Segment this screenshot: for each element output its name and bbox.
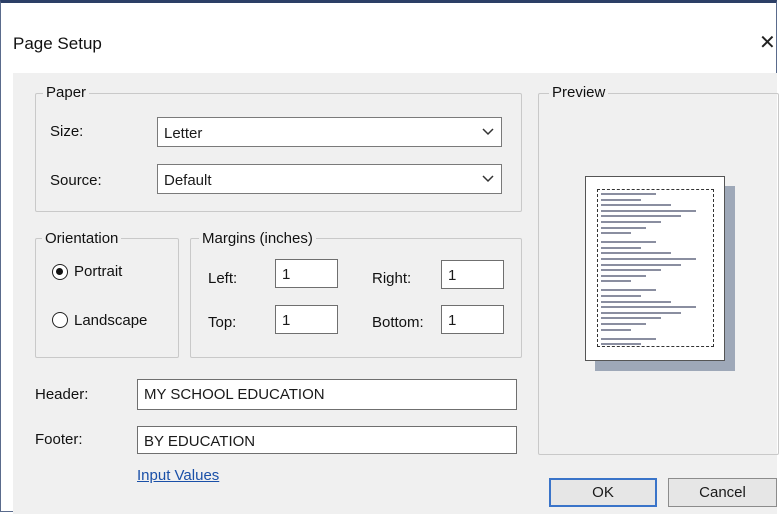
preview-text-line — [601, 337, 656, 340]
margins-group — [190, 238, 522, 358]
size-value: Letter — [164, 125, 203, 142]
preview-text-line — [601, 306, 696, 309]
preview-text-line — [601, 204, 671, 207]
preview-text-line — [601, 343, 641, 346]
landscape-radio[interactable] — [52, 312, 68, 328]
ok-button[interactable]: OK — [549, 478, 657, 507]
top-margin-label: Top: — [208, 314, 237, 331]
page-preview-sheet — [585, 176, 725, 361]
dialog-title: Page Setup — [13, 34, 102, 53]
ok-button-label: OK — [592, 484, 614, 501]
left-margin-input[interactable]: 1 — [275, 259, 338, 288]
paper-legend: Paper — [43, 84, 90, 101]
preview-text-line — [601, 323, 646, 325]
source-select[interactable]: Default — [157, 164, 502, 194]
preview-text-line — [601, 269, 661, 272]
preview-text-line — [601, 258, 696, 260]
source-value: Default — [164, 172, 212, 189]
portrait-label[interactable]: Portrait — [74, 263, 122, 280]
preview-text-line — [601, 289, 656, 292]
bottom-margin-label: Bottom: — [372, 314, 424, 331]
preview-text-line — [601, 311, 681, 314]
portrait-radio[interactable] — [52, 264, 68, 280]
preview-text-line — [601, 232, 631, 235]
preview-text-line — [601, 198, 641, 201]
close-icon[interactable]: ✕ — [759, 30, 776, 55]
bottom-margin-input[interactable]: 1 — [441, 305, 504, 334]
preview-text-line — [601, 295, 641, 297]
preview-text-line — [601, 215, 681, 218]
orientation-group — [35, 238, 179, 358]
cancel-button-label: Cancel — [699, 484, 746, 501]
right-margin-input[interactable]: 1 — [441, 260, 504, 289]
preview-text-line — [601, 226, 646, 229]
preview-text-line — [601, 209, 696, 212]
preview-text-line — [601, 300, 671, 303]
preview-text-line — [601, 241, 656, 244]
margins-legend: Margins (inches) — [199, 230, 316, 247]
orientation-legend: Orientation — [42, 230, 122, 247]
chevron-down-icon — [482, 128, 494, 136]
right-margin-label: Right: — [372, 270, 412, 287]
chevron-down-icon — [482, 175, 494, 183]
preview-text-line — [601, 221, 661, 223]
source-label: Source: — [50, 172, 102, 189]
preview-text-line — [601, 246, 641, 249]
footer-label: Footer: — [35, 431, 83, 448]
preview-text-line — [601, 252, 671, 255]
footer-input[interactable]: BY EDUCATION — [137, 426, 517, 454]
page-preview — [585, 176, 735, 371]
cancel-button[interactable]: Cancel — [668, 478, 777, 507]
size-label: Size: — [50, 123, 84, 140]
top-margin-input[interactable]: 1 — [275, 305, 338, 334]
header-label: Header: — [35, 386, 89, 403]
preview-text-line — [601, 328, 631, 331]
preview-text-line — [601, 280, 631, 283]
size-select[interactable]: Letter — [157, 117, 502, 147]
landscape-label[interactable]: Landscape — [74, 312, 147, 329]
preview-text-line — [601, 263, 681, 266]
input-values-link[interactable]: Input Values — [137, 467, 219, 484]
paper-group — [35, 93, 522, 212]
preview-text-line — [601, 193, 656, 195]
preview-text-line — [601, 317, 661, 320]
left-margin-label: Left: — [208, 270, 238, 287]
preview-text-line — [601, 274, 646, 277]
header-input[interactable]: MY SCHOOL EDUCATION — [137, 379, 517, 410]
preview-legend: Preview — [549, 84, 609, 101]
